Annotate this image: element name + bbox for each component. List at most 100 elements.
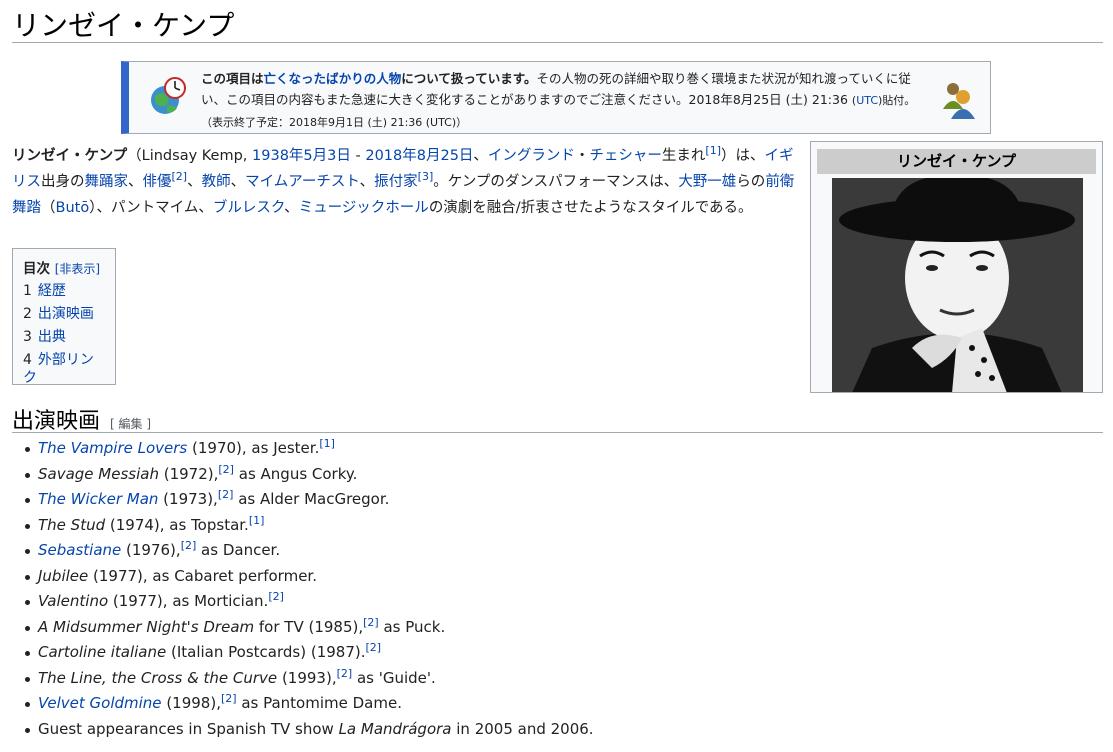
film-title: The Stud: [38, 515, 106, 534]
reference-link[interactable]: [2]: [221, 692, 237, 705]
film-title: The Line, the Cross & the Curve: [38, 668, 278, 687]
section-divider: [12, 432, 1103, 433]
guest-text: Guest appearances in Spanish TV show: [38, 719, 339, 738]
film-detail: (1970), as Jester.: [187, 439, 320, 457]
section-title: 出演映画: [12, 409, 101, 434]
toc-toggle[interactable]: [非表示]: [55, 262, 100, 276]
infobox: リンゼイ・ケンプ: [810, 141, 1103, 393]
teacher-link[interactable]: 教師: [202, 174, 231, 190]
list-item: Valentino (1977), as Mortician.[2]: [12, 589, 594, 615]
lead-text: の演劇を融合/折衷させたようなスタイルである。: [428, 200, 753, 216]
toc-item[interactable]: 1 経歴: [23, 282, 105, 300]
toc-number: 1: [23, 283, 32, 299]
kazuo-ohno-link[interactable]: 大野一雄: [678, 174, 736, 190]
toc-link-career[interactable]: 経歴: [38, 283, 66, 299]
reference-link[interactable]: [2]: [363, 616, 379, 629]
list-item: Guest appearances in Spanish TV show La …: [12, 717, 594, 743]
film-role: as Angus Corky.: [233, 464, 358, 483]
music-hall-link[interactable]: ミュージックホール: [299, 200, 429, 216]
film-detail: (1976),: [121, 541, 181, 559]
toc-number: 3: [23, 329, 32, 345]
reference-link[interactable]: [1]: [705, 144, 721, 157]
film-link[interactable]: Velvet Goldmine: [38, 694, 162, 712]
reference-link[interactable]: [2]: [268, 590, 284, 603]
toc-number: 4: [23, 352, 32, 368]
reference-link[interactable]: [1]: [319, 437, 335, 450]
film-title: Savage Messiah: [38, 464, 159, 483]
reference-link[interactable]: [3]: [418, 170, 434, 183]
film-detail: (1972),: [158, 464, 219, 483]
film-detail: (1977), as Cabaret performer.: [88, 566, 317, 585]
notice-lead-2: について扱っています。: [401, 71, 537, 86]
recent-death-link[interactable]: 亡くなったばかりの人物: [264, 71, 402, 86]
actor-link[interactable]: 俳優: [143, 174, 172, 190]
notice-lead-1: この項目は: [201, 71, 264, 86]
reference-link[interactable]: [2]: [218, 488, 234, 501]
list-item: The Vampire Lovers (1970), as Jester.[1]: [12, 436, 594, 462]
lead-text: 、: [187, 174, 202, 190]
clock-globe-icon: [151, 77, 186, 114]
film-title: Valentino: [38, 592, 109, 610]
toc-link-filmography[interactable]: 出演映画: [38, 306, 94, 322]
toc-item[interactable]: 3 出典: [23, 328, 105, 346]
lead-text: ）、パントマイム、: [89, 200, 213, 216]
film-role: as 'Guide'.: [352, 668, 436, 687]
england-link[interactable]: イングランド: [488, 148, 575, 164]
utc-link[interactable]: UTC: [856, 94, 878, 107]
lead-text: 生まれ: [661, 148, 706, 164]
list-item: Velvet Goldmine (1998),[2] as Pantomime …: [12, 691, 594, 717]
reference-link[interactable]: [2]: [172, 170, 188, 183]
page-title: リンゼイ・ケンプ: [12, 9, 235, 42]
reference-link[interactable]: [2]: [218, 463, 234, 476]
lead-text: 出身の: [41, 174, 85, 190]
buto-link[interactable]: Butō: [56, 200, 90, 216]
title-divider: [12, 42, 1103, 43]
toc-item[interactable]: 2 出演映画: [23, 305, 105, 323]
notice-date: 2018年8月25日 (土) 21:36: [688, 92, 848, 107]
reference-link[interactable]: [1]: [249, 514, 265, 527]
mime-artist-link[interactable]: マイムアーチスト: [245, 174, 360, 190]
film-title: Cartoline italiane: [38, 643, 167, 661]
lead-text: ）は、: [721, 148, 765, 164]
film-detail: (1998),: [161, 694, 221, 712]
death-date-link[interactable]: 2018年8月25日: [365, 148, 473, 164]
lead-text: 、: [473, 148, 488, 164]
film-link[interactable]: The Wicker Man: [38, 490, 158, 508]
choreographer-link[interactable]: 振付家: [374, 174, 418, 190]
table-of-contents: 目次 [非表示] 1 経歴 2 出演映画 3 出典 4 外部リンク: [12, 248, 116, 387]
film-link[interactable]: The Vampire Lovers: [38, 439, 187, 457]
infobox-caption: リンゼイ・ケンプ: [817, 149, 1096, 174]
current-event-notice: この項目は亡くなったばかりの人物について扱っています。その人物の死の詳細や取り巻…: [121, 61, 991, 134]
list-item: The Line, the Cross & the Curve (1993),[…: [12, 666, 594, 692]
lead-text: -: [350, 148, 366, 164]
toc-link-references[interactable]: 出典: [38, 329, 66, 345]
toc-item[interactable]: 4 外部リンク: [23, 351, 105, 387]
film-detail: (Italian Postcards) (1987).: [166, 643, 366, 661]
film-detail: (1977), as Mortician.: [108, 592, 269, 610]
lead-text: 、: [284, 200, 299, 216]
list-item: Sebastiane (1976),[2] as Dancer.: [12, 538, 594, 564]
film-role: as Alder MacGregor.: [233, 490, 390, 508]
birth-date-link[interactable]: 1938年5月3日: [252, 148, 351, 164]
cheshire-link[interactable]: チェシャー: [589, 148, 662, 164]
list-item: A Midsummer Night's Dream for TV (1985),…: [12, 615, 594, 641]
film-link[interactable]: Sebastiane: [38, 541, 121, 559]
burlesque-link[interactable]: ブルレスク: [213, 200, 284, 216]
lead-text: （: [41, 200, 56, 216]
section-edit-link[interactable]: [ 編集 ]: [110, 417, 151, 431]
portrait-photo[interactable]: [832, 178, 1083, 393]
list-item: The Stud (1974), as Topstar.[1]: [12, 513, 594, 539]
dancer-link[interactable]: 舞踊家: [85, 174, 129, 190]
reference-link[interactable]: [2]: [181, 539, 197, 552]
film-detail: (1973),: [158, 490, 218, 508]
lead-text: 、: [359, 174, 375, 190]
subject-name: リンゼイ・ケンプ: [12, 148, 128, 164]
reference-link[interactable]: [2]: [337, 667, 353, 680]
lead-paragraph: リンゼイ・ケンプ（Lindsay Kemp, 1938年5月3日 - 2018年…: [12, 143, 800, 221]
list-item: Savage Messiah (1972),[2] as Angus Corky…: [12, 462, 594, 488]
toc-link-external-links[interactable]: 外部リンク: [23, 352, 94, 386]
list-item: Cartoline italiane (Italian Postcards) (…: [12, 640, 594, 666]
section-heading-filmography: 出演映画 [ 編集 ]: [12, 403, 151, 435]
lead-text: らの: [736, 174, 766, 190]
reference-link[interactable]: [2]: [365, 641, 381, 654]
